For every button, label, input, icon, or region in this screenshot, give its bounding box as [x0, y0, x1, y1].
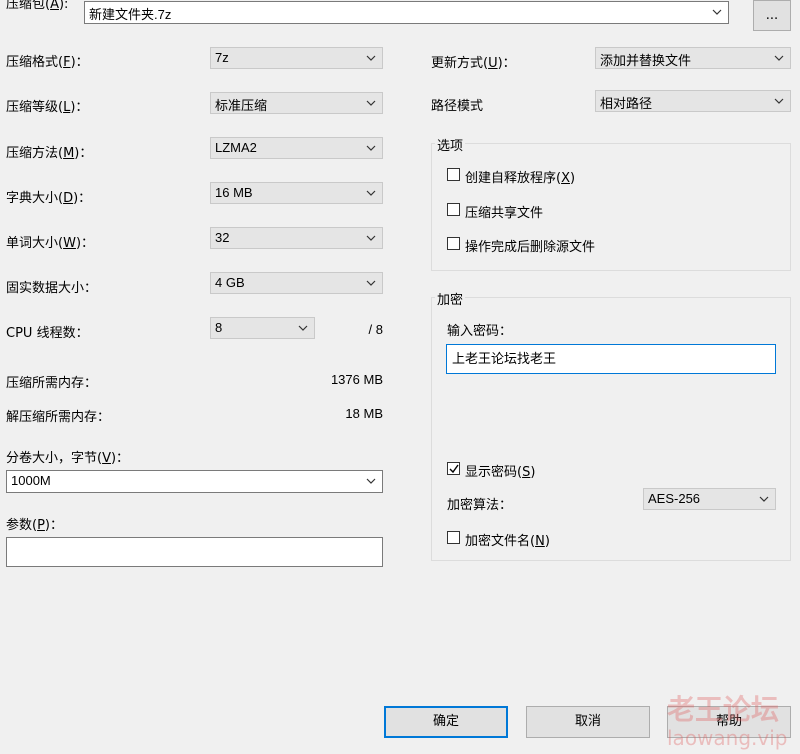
format-select[interactable]: 7z	[210, 47, 383, 69]
show-password-label: 显示密码(S)	[465, 465, 536, 480]
mem-compress-value: 1376 MB	[330, 372, 383, 387]
chevron-down-icon	[366, 477, 376, 485]
path-mode-select[interactable]: 相对路径	[595, 90, 791, 112]
cancel-button[interactable]: 取消	[526, 706, 650, 738]
chevron-down-icon	[366, 99, 376, 107]
dict-label: 字典大小(D)：	[6, 191, 92, 206]
chevron-down-icon	[366, 54, 376, 62]
password-input[interactable]: 上老王论坛找老王	[446, 344, 776, 374]
checkmark-icon	[449, 464, 459, 474]
threads-label: CPU 线程数：	[6, 326, 89, 341]
archive-label: 压缩包(A):	[6, 0, 69, 12]
sfx-checkbox[interactable]	[447, 168, 460, 181]
chevron-down-icon	[366, 279, 376, 287]
chevron-down-icon	[366, 189, 376, 197]
chevron-down-icon	[774, 97, 784, 105]
split-label: 分卷大小，字节(V)：	[6, 451, 130, 466]
browse-button[interactable]: ...	[753, 0, 791, 31]
algo-select[interactable]: AES-256	[643, 488, 776, 510]
show-password-checkbox[interactable]	[447, 462, 460, 475]
encryption-group-title: 加密	[435, 289, 466, 308]
method-select[interactable]: LZMA2	[210, 137, 383, 159]
word-select[interactable]: 32	[210, 227, 383, 249]
level-label: 压缩等级(L)：	[6, 100, 89, 115]
ok-button[interactable]: 确定	[384, 706, 508, 738]
delete-source-label: 操作完成后删除源文件	[465, 240, 596, 255]
mem-decompress-value: 18 MB	[345, 406, 383, 421]
watermark-url: laowang.vip	[667, 726, 788, 750]
params-input[interactable]	[6, 537, 383, 567]
update-label: 更新方式(U)：	[431, 56, 516, 71]
chevron-down-icon	[774, 54, 784, 62]
chevron-down-icon	[298, 324, 308, 332]
split-size-combo[interactable]: 1000M	[6, 470, 383, 493]
method-label: 压缩方法(M)：	[6, 146, 93, 161]
chevron-down-icon	[366, 144, 376, 152]
solid-label: 固实数据大小：	[6, 281, 98, 296]
chevron-down-icon	[759, 495, 769, 503]
dict-select[interactable]: 16 MB	[210, 182, 383, 204]
watermark-text: 老王论坛	[667, 693, 780, 726]
solid-select[interactable]: 4 GB	[210, 272, 383, 294]
sfx-label: 创建自释放程序(X)	[465, 171, 576, 186]
delete-source-checkbox[interactable]	[447, 237, 460, 250]
password-label: 输入密码：	[447, 324, 513, 339]
options-group-title: 选项	[435, 135, 466, 154]
mem-decompress-label: 解压缩所需内存：	[6, 410, 111, 425]
chevron-down-icon	[366, 234, 376, 242]
chevron-down-icon	[712, 8, 722, 16]
params-label: 参数(P)：	[6, 518, 63, 533]
shared-checkbox[interactable]	[447, 203, 460, 216]
mem-compress-label: 压缩所需内存：	[6, 376, 98, 391]
shared-label: 压缩共享文件	[465, 206, 544, 221]
level-select[interactable]: 标准压缩	[210, 92, 383, 114]
archive-path-combo[interactable]: 新建文件夹.7z	[84, 1, 729, 24]
algo-label: 加密算法：	[447, 498, 513, 513]
threads-max: / 8	[368, 322, 383, 337]
threads-select[interactable]: 8	[210, 317, 315, 339]
update-mode-select[interactable]: 添加并替换文件	[595, 47, 791, 69]
format-label: 压缩格式(F)：	[6, 55, 89, 70]
encrypt-names-label: 加密文件名(N)	[465, 534, 550, 549]
path-mode-label: 路径模式	[431, 99, 484, 114]
word-label: 单词大小(W)：	[6, 236, 95, 251]
encrypt-names-checkbox[interactable]	[447, 531, 460, 544]
